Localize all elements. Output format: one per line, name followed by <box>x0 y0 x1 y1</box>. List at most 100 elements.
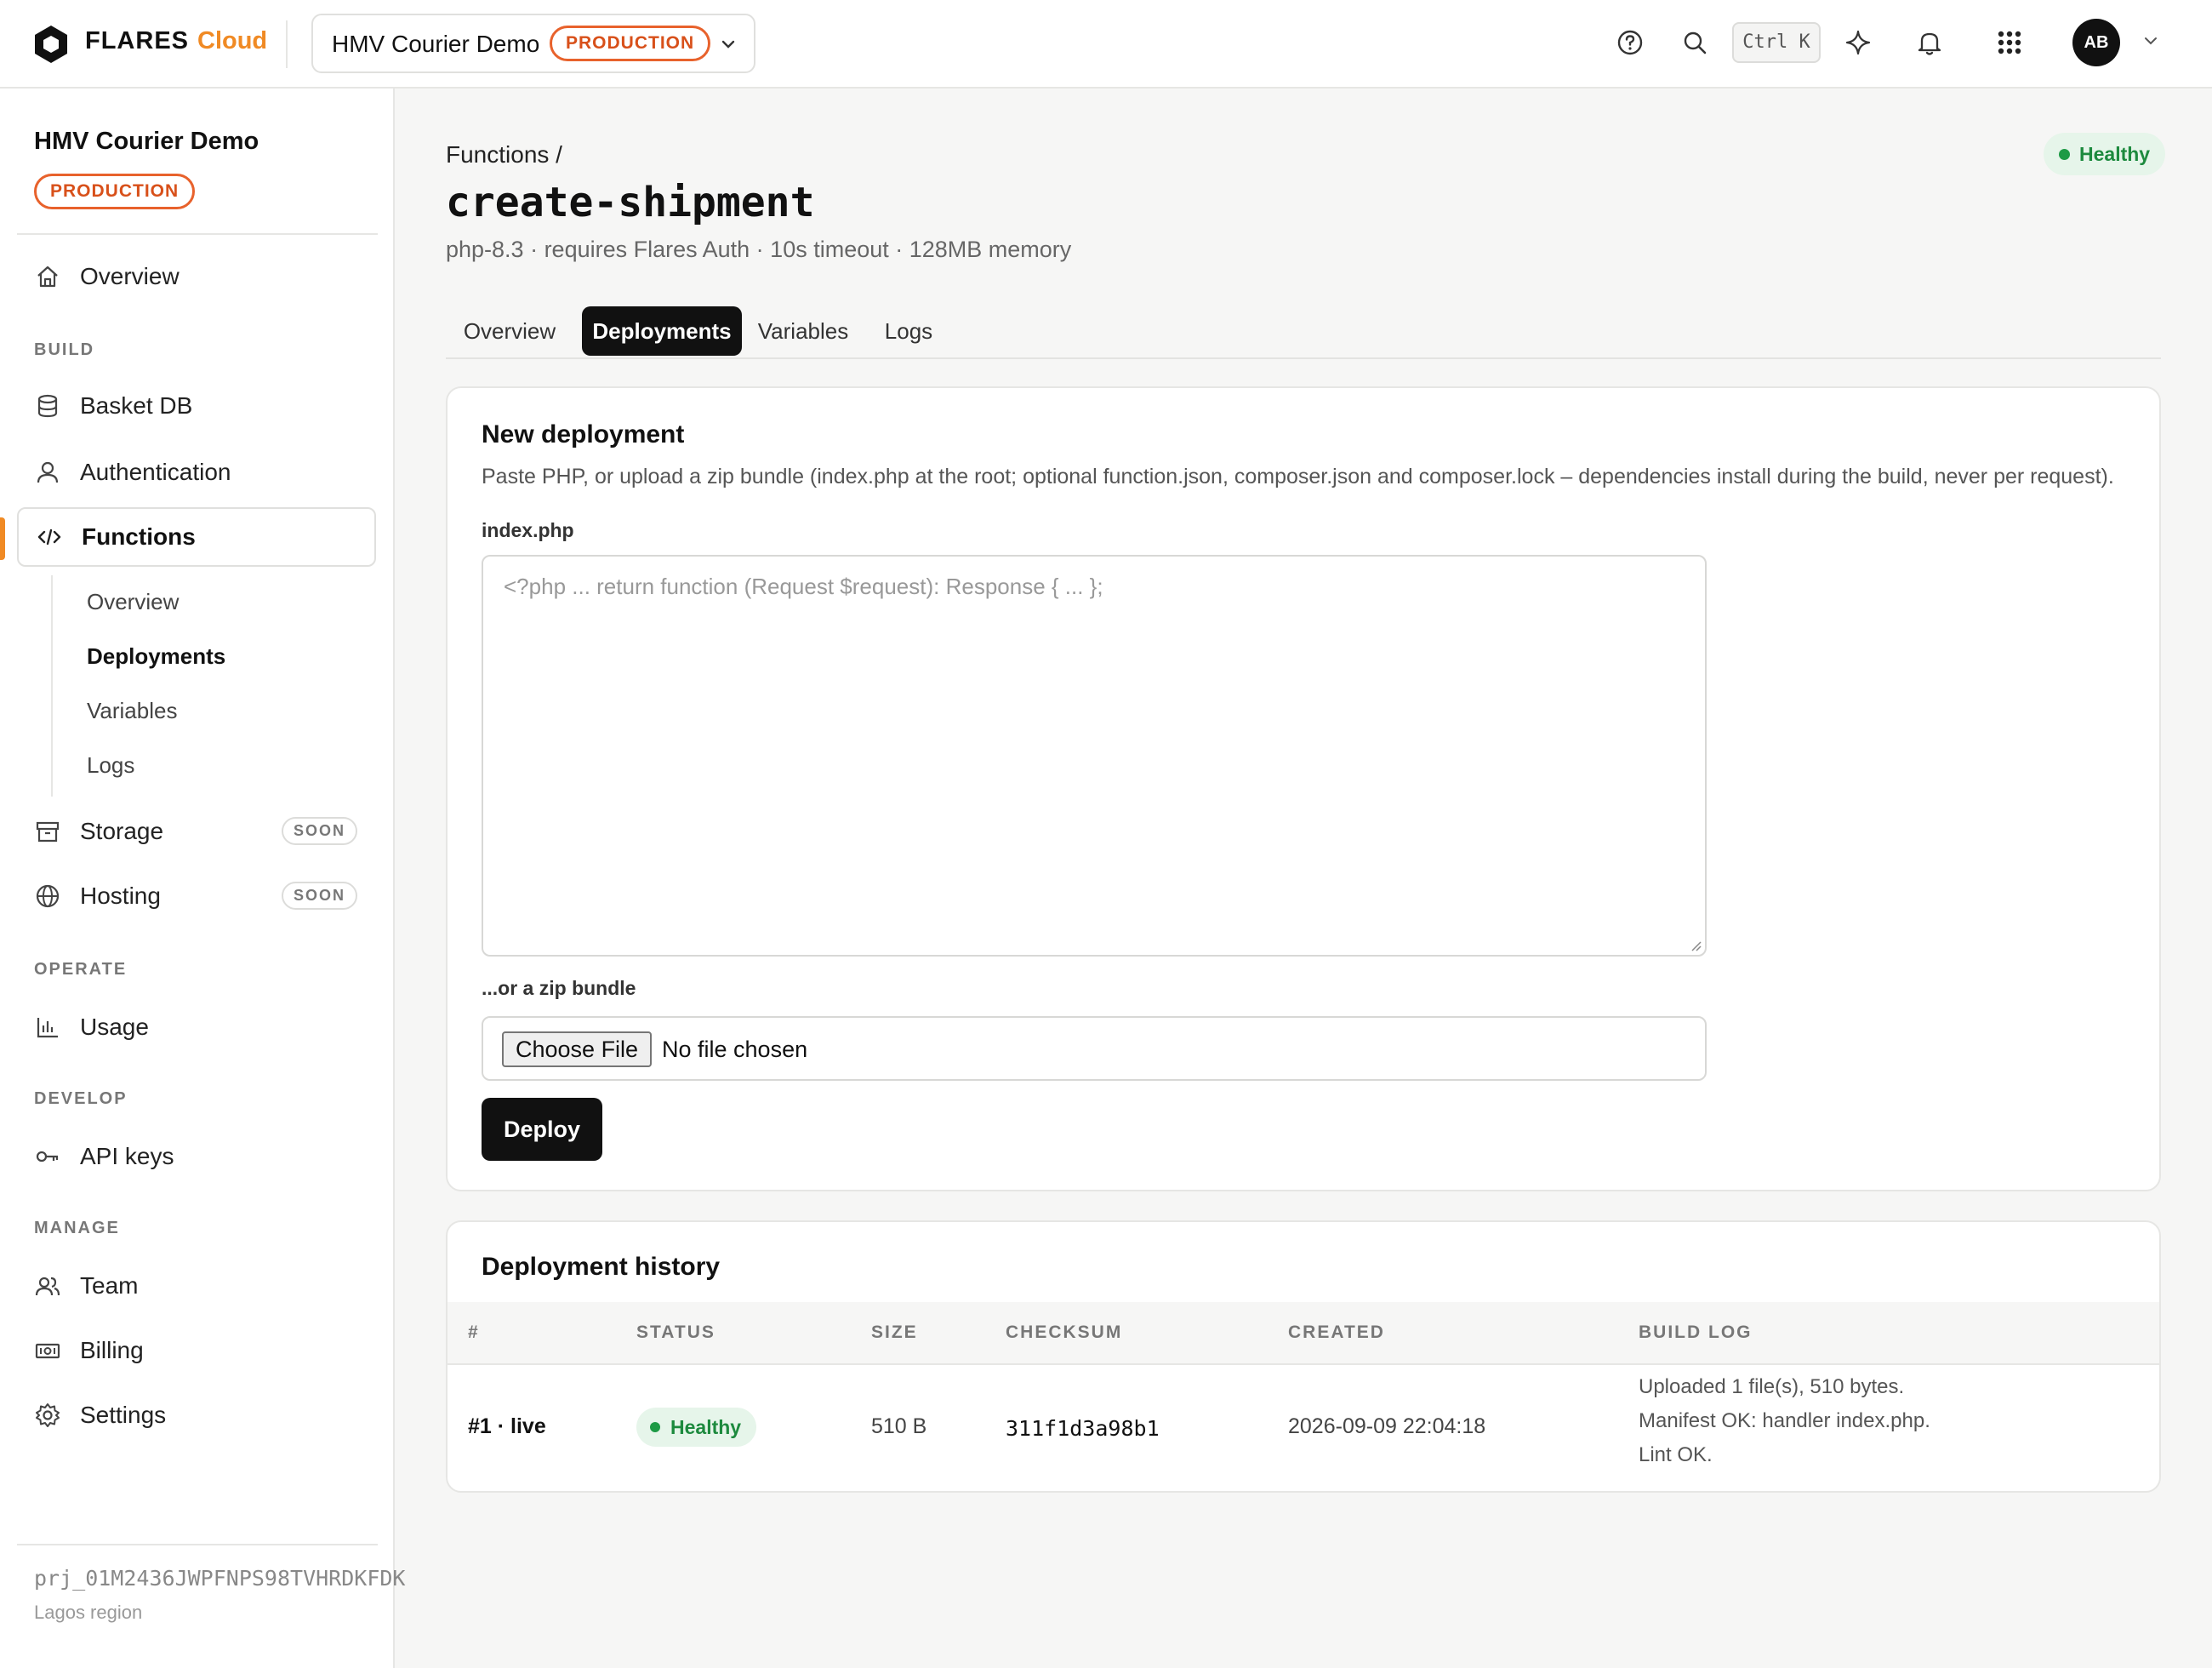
code-editor-placeholder: <?php ... return function (Request $requ… <box>504 574 1103 599</box>
sidebar-item-settings[interactable]: Settings <box>17 1385 376 1445</box>
project-selector[interactable]: HMV Courier Demo PRODUCTION <box>311 14 755 73</box>
sidebar-item-label: Authentication <box>80 459 231 485</box>
environment-badge: PRODUCTION <box>34 174 196 209</box>
column-header: BUILD LOG <box>1639 1322 1753 1342</box>
breadcrumb[interactable]: Functions / <box>446 141 562 169</box>
file-status: No file chosen <box>662 1037 808 1062</box>
chevron-down-icon <box>721 40 735 49</box>
deployment-size: 510 B <box>871 1414 927 1438</box>
user-avatar[interactable]: AB <box>2072 19 2120 66</box>
submenu-guide <box>51 575 53 797</box>
tab-overview[interactable]: Overview <box>446 306 573 356</box>
help-icon[interactable] <box>1615 27 1645 58</box>
deployment-id: #1 · live <box>468 1414 546 1438</box>
user-icon <box>37 461 59 483</box>
sidebar-item-api-keys[interactable]: API keys <box>17 1127 376 1186</box>
team-icon <box>35 1277 60 1296</box>
code-icon <box>37 528 61 546</box>
sidebar-subitem-variables[interactable]: Variables <box>87 698 177 724</box>
sidebar-item-label: Functions <box>82 523 196 550</box>
column-header: STATUS <box>636 1322 715 1342</box>
sidebar-item-basket-db[interactable]: Basket DB <box>17 376 376 436</box>
section-heading-build: BUILD <box>34 340 95 359</box>
code-editor-input[interactable]: <?php ... return function (Request $requ… <box>482 555 1707 957</box>
section-heading-develop: DEVELOP <box>34 1089 128 1108</box>
tab-logs[interactable]: Logs <box>864 306 953 356</box>
command-palette-shortcut[interactable]: Ctrl K <box>1732 22 1821 63</box>
build-log-line: Uploaded 1 file(s), 510 bytes. <box>1639 1375 1905 1398</box>
brand-suffix: Cloud <box>197 27 268 54</box>
sidebar-item-label: Storage <box>80 818 164 844</box>
table-header: # STATUS SIZE CHECKSUM CREATED BUILD LOG <box>448 1302 2159 1365</box>
column-header: # <box>468 1322 480 1342</box>
page-subtitle: php-8.3 · requires Flares Auth · 10s tim… <box>446 237 1072 262</box>
column-header: CHECKSUM <box>1006 1322 1123 1342</box>
resize-grip-icon[interactable] <box>1688 938 1702 951</box>
sidebar-item-label: Hosting <box>80 883 161 909</box>
sidebar-item-overview[interactable]: Overview <box>17 247 376 306</box>
status-badge: Healthy <box>636 1408 757 1447</box>
sidebar-item-usage[interactable]: Usage <box>17 997 376 1057</box>
column-header: CREATED <box>1288 1322 1385 1342</box>
sidebar-item-label: Team <box>80 1272 139 1299</box>
page-title: create-shipment <box>446 179 815 226</box>
soon-badge: SOON <box>281 817 357 845</box>
sidebar-item-label: Billing <box>80 1337 144 1363</box>
search-icon[interactable] <box>1679 27 1710 58</box>
code-field-label: index.php <box>482 519 574 541</box>
chevron-down-icon[interactable] <box>2142 32 2159 49</box>
card-heading: New deployment <box>482 420 685 448</box>
tab-bar: Overview Deployments Variables Logs <box>446 303 2161 359</box>
status-badge: Healthy <box>2044 133 2166 175</box>
banknote-icon <box>35 1343 60 1359</box>
zip-field-label: ...or a zip bundle <box>482 977 636 999</box>
sidebar-item-authentication[interactable]: Authentication <box>17 443 376 502</box>
section-heading-operate: OPERATE <box>34 960 128 979</box>
project-selector-name: HMV Courier Demo <box>332 31 540 57</box>
deploy-button[interactable]: Deploy <box>482 1098 602 1161</box>
project-region: Lagos region <box>34 1602 143 1623</box>
sidebar-item-label: Basket DB <box>80 392 193 419</box>
deployment-checksum: 311f1d3a98b1 <box>1006 1416 1160 1441</box>
sidebar-project-name: HMV Courier Demo <box>34 128 259 155</box>
sidebar-item-label: Settings <box>80 1402 167 1428</box>
database-icon <box>37 394 58 418</box>
tab-variables[interactable]: Variables <box>750 306 856 356</box>
build-log-line: Lint OK. <box>1639 1443 1713 1466</box>
globe-icon <box>36 884 60 908</box>
build-log: Uploaded 1 file(s), 510 bytes. Manifest … <box>1639 1370 1930 1472</box>
sidebar-item-label: Overview <box>80 263 180 289</box>
environment-badge: PRODUCTION <box>550 26 711 61</box>
build-log-line: Manifest OK: handler index.php. <box>1639 1409 1930 1432</box>
divider <box>17 1544 378 1545</box>
sidebar: HMV Courier Demo PRODUCTION Overview BUI… <box>0 89 406 1668</box>
soon-badge: SOON <box>281 882 357 910</box>
top-bar: FLARES Cloud HMV Courier Demo PRODUCTION… <box>0 0 2212 89</box>
bar-chart-icon <box>37 1018 58 1038</box>
sparkle-icon[interactable] <box>1843 27 1873 58</box>
zip-file-input[interactable]: Choose File No file chosen <box>482 1016 1707 1081</box>
sidebar-subitem-deployments[interactable]: Deployments <box>87 643 225 670</box>
card-description: Paste PHP, or upload a zip bundle (index… <box>482 465 2114 488</box>
flares-logo-icon[interactable] <box>32 24 70 65</box>
sidebar-item-label: Usage <box>80 1014 149 1040</box>
active-indicator <box>0 517 5 560</box>
archive-icon <box>36 821 60 843</box>
divider <box>17 233 378 235</box>
deployment-history-card: Deployment history # STATUS SIZE CHECKSU… <box>446 1220 2161 1493</box>
column-header: SIZE <box>871 1322 918 1342</box>
sidebar-item-billing[interactable]: Billing <box>17 1321 376 1380</box>
tab-deployments[interactable]: Deployments <box>582 306 742 356</box>
sidebar-subitem-logs[interactable]: Logs <box>87 752 134 779</box>
sidebar-item-functions[interactable]: Functions <box>17 507 376 567</box>
deployment-created: 2026-09-09 22:04:18 <box>1288 1414 1486 1438</box>
bell-icon[interactable] <box>1914 27 1945 58</box>
card-heading: Deployment history <box>482 1253 721 1281</box>
sidebar-item-team[interactable]: Team <box>17 1256 376 1316</box>
sidebar-item-label: API keys <box>80 1143 174 1169</box>
apps-grid-icon[interactable] <box>1994 27 2025 58</box>
section-heading-manage: MANAGE <box>34 1219 120 1237</box>
sidebar-subitem-overview[interactable]: Overview <box>87 589 179 615</box>
home-icon <box>37 266 58 288</box>
choose-file-button[interactable]: Choose File <box>502 1031 653 1067</box>
